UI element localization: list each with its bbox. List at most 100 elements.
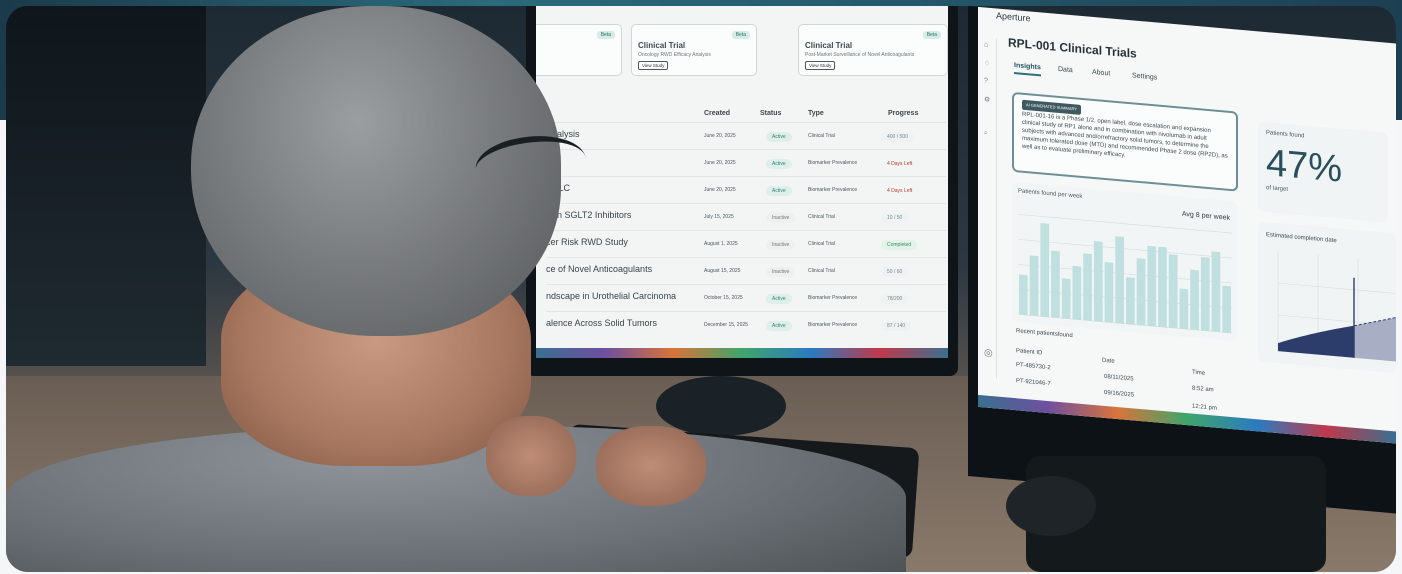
card-subtitle: Post-Market Surveillance of Novel Antico…	[805, 52, 915, 58]
tab-settings[interactable]: Settings	[1132, 72, 1157, 81]
study-card[interactable]: Beta Clinical Trial Oncology RWD Efficac…	[631, 24, 757, 76]
created-date: August 15, 2025	[704, 268, 741, 274]
col-progress[interactable]: Progress	[888, 110, 918, 117]
weekly-chart-card: Patients found per week Avg 8 per week	[1012, 181, 1238, 342]
help-icon[interactable]: ?	[984, 77, 988, 84]
created-date: August 1, 2025	[704, 241, 738, 247]
left-monitor: Beta Beta Clinical Trial Oncology RWD Ef…	[526, 6, 958, 376]
bar	[1051, 250, 1060, 319]
right-monitor-screen: Aperture ⌂ ♢ ? ⚙ ⌕ ◎ RPL-001 Clinical Tr…	[978, 6, 1396, 444]
col-type[interactable]: Type	[808, 110, 824, 117]
bar	[1200, 257, 1210, 332]
grid-line	[1018, 289, 1232, 309]
beta-badge: Beta	[922, 31, 941, 39]
study-type: Biomarker Prevalence	[808, 160, 858, 166]
weekly-bar-chart	[1018, 214, 1232, 334]
status-badge: Active	[766, 186, 792, 196]
patient-time: 12:21 pm	[1192, 403, 1218, 412]
col-status[interactable]: Status	[760, 110, 781, 117]
status-badge: Inactive	[766, 213, 796, 223]
user-icon[interactable]: ◎	[984, 347, 993, 359]
progress-pill: 4 Days Left	[887, 188, 913, 194]
created-date: June 20, 2025	[704, 160, 736, 166]
bar	[1040, 223, 1050, 318]
study-type: Clinical Trial	[808, 214, 835, 220]
right-hand	[596, 426, 706, 506]
view-study-button[interactable]: View Study	[638, 61, 669, 70]
patient-id[interactable]: PT-485730-2	[1016, 362, 1051, 371]
recent-patients-label: Recent patientsfound	[1016, 328, 1073, 340]
study-name: ndscape in Urothelial Carcinoma	[546, 291, 677, 301]
status-badge: Inactive	[766, 240, 796, 250]
study-type: Biomarker Prevalence	[808, 322, 858, 328]
brand-logo: Aperture	[996, 10, 1031, 24]
bar	[1072, 265, 1082, 320]
gear-icon[interactable]: ⚙	[984, 95, 990, 104]
bar	[1019, 274, 1028, 316]
col-time: Time	[1192, 369, 1206, 377]
status-badge: Inactive	[766, 267, 796, 277]
col-date: Date	[1102, 357, 1115, 365]
grid-line	[1018, 214, 1232, 234]
table-row[interactable]: alence Across Solid Tumors December 15, 2…	[546, 311, 946, 338]
grid-line	[1018, 264, 1232, 284]
created-date: October 15, 2025	[704, 295, 743, 301]
office-photo: Beta Beta Clinical Trial Oncology RWD Ef…	[6, 6, 1396, 572]
tab-insights[interactable]: Insights	[1014, 62, 1041, 77]
patient-date: 08/11/2025	[1104, 373, 1134, 383]
study-name: alence Across Solid Tumors	[546, 318, 658, 328]
progress-pill: 400 / 500	[881, 132, 914, 142]
tab-about[interactable]: About	[1092, 69, 1110, 78]
bar	[1179, 288, 1189, 330]
table-row[interactable]: ce of Novel Anticoagulants August 15, 202…	[546, 257, 946, 284]
col-created[interactable]: Created	[704, 110, 730, 117]
patient-time: 8:52 am	[1192, 385, 1214, 394]
home-icon[interactable]: ⌂	[984, 41, 988, 48]
study-type: Clinical Trial	[808, 133, 835, 139]
left-hand	[486, 416, 576, 496]
study-type: Clinical Trial	[808, 268, 835, 274]
bar	[1168, 254, 1178, 329]
completion-area-projected	[1354, 317, 1396, 362]
table-row[interactable]: Analysis June 20, 2025 Active Clinical Tria…	[546, 122, 946, 149]
table-row[interactable]: June 20, 2025 Active Biomarker Prevalence 4…	[546, 149, 946, 176]
page-title: RPL-001 Clinical Trials	[1008, 35, 1137, 61]
progress-pill: 87 / 140	[881, 321, 912, 331]
progress-pill: 4 Days Left	[887, 161, 913, 167]
left-monitor-screen: Beta Beta Clinical Trial Oncology RWD Ef…	[536, 6, 948, 358]
table-row[interactable]: ndscape in Urothelial Carcinoma October 1…	[546, 284, 946, 311]
table-row[interactable]: SCLCJune 20, 2025ActiveBiomarker Prevale…	[546, 176, 946, 203]
bar	[1158, 246, 1167, 328]
status-badge: Active	[766, 294, 792, 304]
tab-data[interactable]: Data	[1058, 66, 1073, 74]
study-type: Biomarker Prevalence	[808, 187, 858, 193]
right-monitor: Aperture ⌂ ♢ ? ⚙ ⌕ ◎ RPL-001 Clinical Tr…	[968, 6, 1396, 514]
created-date: December 15, 2025	[704, 322, 748, 328]
side-nav: ⌂ ♢ ? ⚙ ⌕ ◎	[982, 37, 997, 379]
status-badge: Active	[766, 159, 792, 169]
progress-pill: Completed	[881, 240, 918, 250]
ai-summary-card: AI GENERATED SUMMARY RPL-001-16 is a Pha…	[1012, 91, 1238, 192]
bar	[1115, 236, 1125, 324]
study-card[interactable]: Beta	[536, 24, 622, 76]
bar	[1061, 278, 1071, 319]
card-title: Clinical Trial	[638, 41, 686, 50]
view-study-button[interactable]: View Study	[805, 61, 836, 70]
patient-id[interactable]: PT-921046-7	[1016, 378, 1051, 387]
progress-pill: 50 / 60	[881, 267, 909, 277]
mouse	[1006, 476, 1096, 536]
search-icon[interactable]: ⌕	[984, 129, 988, 137]
bar	[1104, 261, 1114, 323]
col-patient-id: Patient ID	[1016, 348, 1043, 357]
status-badge: Active	[766, 132, 792, 142]
bar	[1093, 241, 1103, 322]
bar	[1136, 258, 1146, 326]
table-row[interactable]: cer Risk RWD Study August 1, 2025 Inactive…	[546, 230, 946, 257]
status-badge: Active	[766, 321, 792, 331]
table-row[interactable]: with SGLT2 Inhibitors July 15, 2025 Inacti…	[546, 203, 946, 230]
bell-icon[interactable]: ♢	[984, 59, 990, 68]
card-subtitle: Oncology RWD Efficacy Analysis	[638, 52, 711, 58]
study-type: Clinical Trial	[808, 241, 835, 247]
bar	[1190, 269, 1199, 331]
study-card[interactable]: Beta Clinical Trial Post-Market Surveill…	[798, 24, 948, 76]
